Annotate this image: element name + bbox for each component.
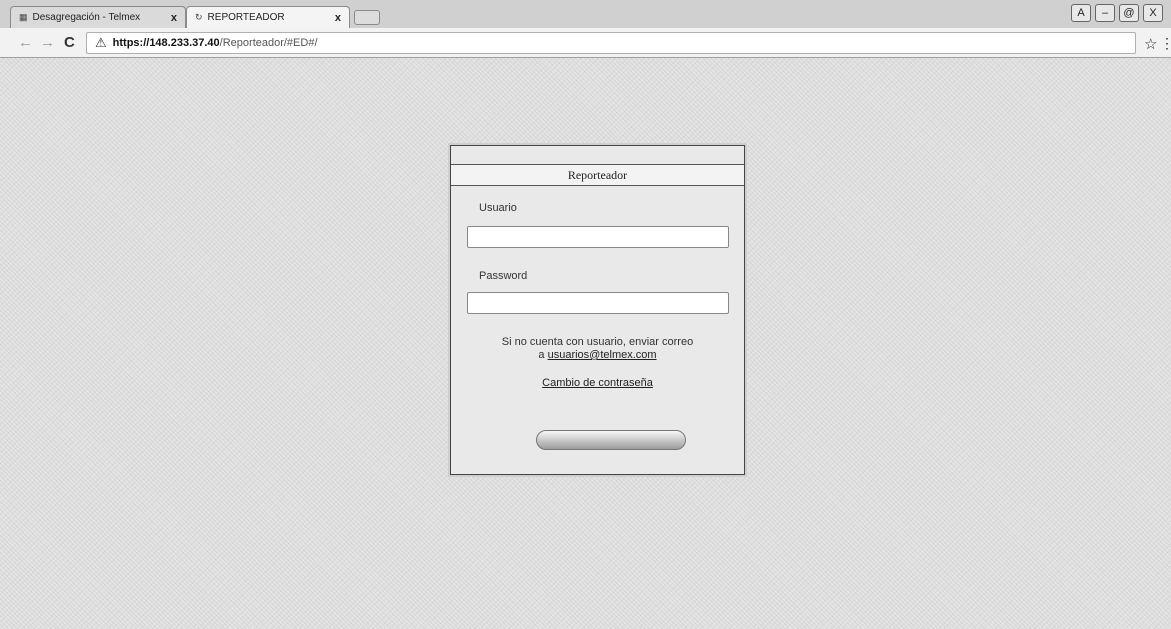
menu-dots-icon[interactable]: ⋮ bbox=[1160, 35, 1171, 52]
warning-icon[interactable]: ⚠ bbox=[95, 35, 107, 51]
close-window-button[interactable]: X bbox=[1143, 4, 1163, 22]
tab-desagregacion[interactable]: ▦ Desagregación - Telmex x bbox=[10, 6, 186, 28]
support-email-link[interactable]: usuarios@telmex.com bbox=[548, 349, 657, 361]
login-panel: Reporteador Usuario Password Si no cuent… bbox=[450, 145, 745, 475]
url-host: https://148.233.37.40 bbox=[112, 37, 220, 49]
help-prefix: a bbox=[538, 349, 548, 361]
tab-close-icon[interactable]: x bbox=[335, 12, 341, 24]
profile-icon[interactable]: A bbox=[1071, 4, 1091, 22]
window-controls: A – @ X bbox=[1071, 4, 1163, 22]
loading-spinner-icon: ↻ bbox=[195, 12, 203, 22]
url-path: /Reporteador/#ED#/ bbox=[219, 37, 318, 49]
new-tab-button[interactable] bbox=[354, 10, 380, 25]
telmex-favicon-icon: ▦ bbox=[19, 12, 28, 22]
username-label: Usuario bbox=[479, 202, 517, 214]
tab-reporteador[interactable]: ↻ REPORTEADOR x bbox=[186, 6, 350, 28]
browser-tabstrip: ▦ Desagregación - Telmex x ↻ REPORTEADOR… bbox=[0, 0, 1171, 28]
minimize-button[interactable]: – bbox=[1095, 4, 1115, 22]
tab-title: Desagregación - Telmex bbox=[32, 12, 141, 23]
reload-icon[interactable]: C bbox=[64, 34, 75, 51]
help-text: Si no cuenta con usuario, enviar correo … bbox=[451, 336, 744, 362]
address-bar[interactable]: ⚠ https://148.233.37.40 /Reporteador/#ED… bbox=[86, 32, 1136, 54]
browser-toolbar: ← → C ⚠ https://148.233.37.40 /Reportead… bbox=[0, 28, 1171, 58]
maximize-button[interactable]: @ bbox=[1119, 4, 1139, 22]
change-password-link[interactable]: Cambio de contraseña bbox=[451, 377, 744, 389]
login-button[interactable] bbox=[536, 430, 686, 450]
help-line-2: a usuarios@telmex.com bbox=[451, 349, 744, 362]
username-input[interactable] bbox=[467, 226, 729, 248]
password-input[interactable] bbox=[467, 292, 729, 314]
back-arrow-icon[interactable]: ← bbox=[18, 34, 33, 51]
tab-close-icon[interactable]: x bbox=[171, 12, 177, 24]
forward-arrow-icon[interactable]: → bbox=[40, 34, 55, 51]
help-line-1: Si no cuenta con usuario, enviar correo bbox=[501, 336, 694, 348]
panel-title: Reporteador bbox=[451, 164, 744, 186]
tab-title: REPORTEADOR bbox=[207, 12, 285, 23]
password-label: Password bbox=[479, 270, 528, 282]
bookmark-star-icon[interactable]: ☆ bbox=[1144, 35, 1157, 53]
